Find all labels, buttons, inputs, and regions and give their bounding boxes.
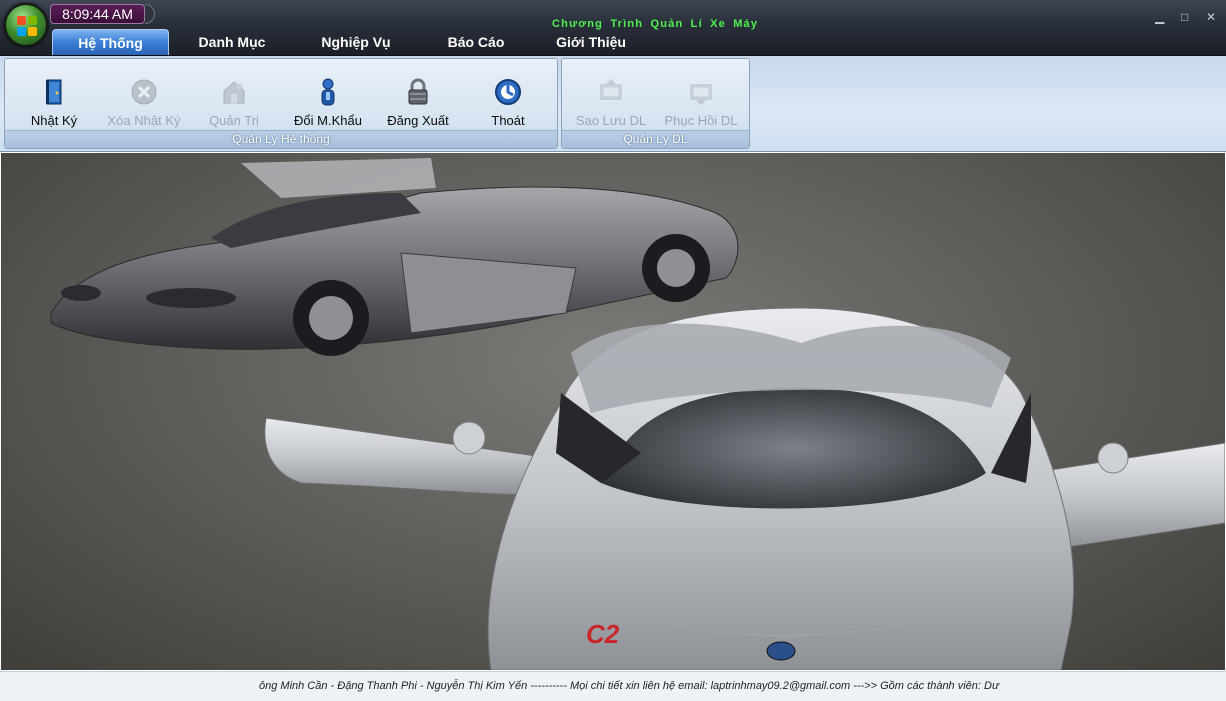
quick-access-toolbar-end [145, 4, 155, 24]
admin-button[interactable]: Quản Trị [189, 63, 279, 129]
tab-bao-cao[interactable]: Báo Cáo [417, 29, 535, 55]
restore-icon [690, 84, 712, 105]
book-icon [46, 79, 62, 105]
journal-button[interactable]: Nhật Ký [9, 63, 99, 129]
change-password-button[interactable]: Đổi M.Khẩu [283, 63, 373, 129]
tab-he-thong[interactable]: Hệ Thống [52, 29, 169, 55]
clock-display: 8:09:44 AM [50, 4, 145, 24]
journal-label: Nhật Ký [30, 113, 78, 128]
minimize-button[interactable]: ▁ [1155, 10, 1164, 24]
restore-label: Phục Hồi DL [664, 113, 738, 128]
car-decal-text: C2 [586, 619, 620, 649]
group-data-management: Sao Lưu DL Phục Hồi DL Quản Lý DL [561, 58, 750, 149]
data-group-caption: Quản Lý DL [562, 130, 749, 148]
exit-icon [495, 79, 521, 105]
exit-button[interactable]: Thoát [463, 63, 553, 129]
admin-label: Quản Trị [209, 113, 259, 128]
backup-button[interactable]: Sao Lưu DL [566, 63, 656, 129]
restore-button[interactable]: Phục Hồi DL [656, 63, 746, 129]
ribbon-panel: Nhật Ký Xóa Nhật Ký Quản Trị Đổi M.Khẩu … [0, 56, 1226, 152]
dark-sports-car [50, 158, 739, 356]
application-menu-button[interactable] [4, 3, 48, 47]
lock-icon [408, 78, 428, 105]
delete-icon [131, 79, 157, 105]
delete-journal-label: Xóa Nhật Ký [107, 113, 181, 128]
change-password-label: Đổi M.Khẩu [294, 113, 362, 128]
title-bar: 8:09:44 AM Chương Trình Quản Lí Xe Máy ▁… [0, 0, 1226, 56]
maximize-button[interactable]: □ [1181, 10, 1188, 24]
scrolling-credits-text: ông Minh Cần - Đặng Thanh Phi - Nguyễn T… [259, 680, 999, 692]
user-key-icon [321, 78, 335, 106]
exit-label: Thoát [491, 113, 525, 128]
system-group-caption: Quản Lý Hệ thống [5, 130, 557, 148]
sports-cars-photo: C2 [50, 158, 1225, 670]
tab-gioi-thieu[interactable]: Giới Thiệu [535, 29, 647, 55]
close-button[interactable]: ✕ [1206, 10, 1216, 24]
group-system-management: Nhật Ký Xóa Nhật Ký Quản Trị Đổi M.Khẩu … [4, 58, 558, 149]
logout-label: Đăng Xuất [387, 113, 449, 128]
logout-button[interactable]: Đăng Xuất [373, 63, 463, 129]
tab-nghiep-vu[interactable]: Nghiệp Vụ [295, 29, 417, 55]
status-bar: ông Minh Cần - Đặng Thanh Phi - Nguyễn T… [0, 671, 1226, 701]
windows-logo-icon [17, 16, 37, 36]
delete-journal-button[interactable]: Xóa Nhật Ký [99, 63, 189, 129]
admin-icon [223, 81, 245, 104]
silver-sports-car: C2 [264, 307, 1225, 670]
backup-icon [600, 79, 622, 100]
background-image: C2 [1, 153, 1225, 670]
tab-danh-muc[interactable]: Danh Mục [169, 29, 295, 55]
ribbon-tabs: Hệ Thống Danh Mục Nghiệp Vụ Báo Cáo Giới… [52, 29, 647, 55]
backup-label: Sao Lưu DL [575, 113, 647, 128]
